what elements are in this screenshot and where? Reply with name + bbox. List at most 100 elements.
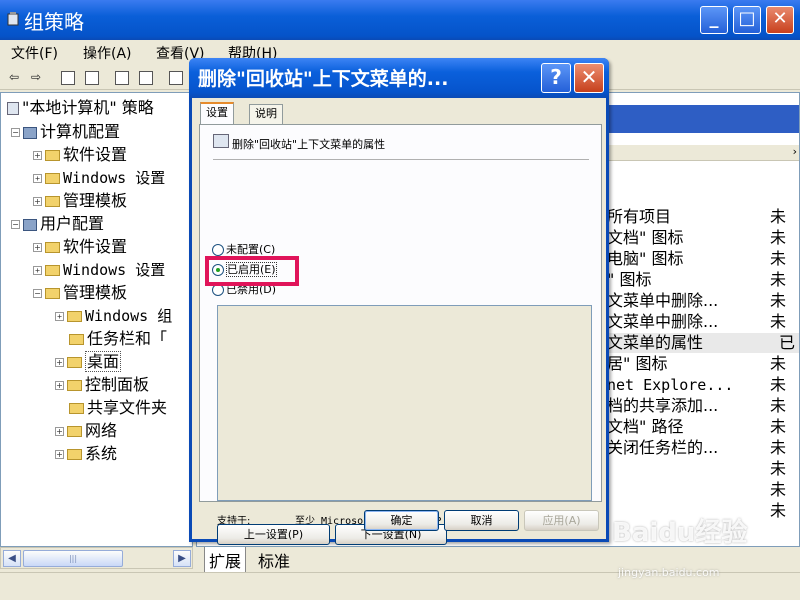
list-item[interactable]: 档的共享添加... 未 [607, 396, 799, 416]
folder-icon [67, 426, 82, 437]
list-item[interactable]: net Explore... 未 [607, 375, 799, 395]
ok-button[interactable]: 确定 [364, 510, 439, 531]
user-config-icon [23, 218, 37, 231]
tree-item-system[interactable]: + 系统 [55, 443, 117, 465]
tree-item-windows-components[interactable]: + Windows 组 [55, 305, 172, 327]
expand-icon[interactable]: + [55, 358, 64, 367]
folder-icon [67, 449, 82, 460]
expand-icon[interactable]: + [33, 197, 42, 206]
tree-item-user-config[interactable]: − 用户配置 [11, 213, 104, 235]
folder-icon [67, 311, 82, 322]
maximize-button[interactable]: □ [733, 6, 761, 34]
expand-icon[interactable]: + [55, 381, 64, 390]
help-button[interactable]: ? [541, 63, 571, 93]
column-header[interactable]: › [607, 145, 799, 161]
comment-area [217, 305, 592, 501]
folder-open-icon [67, 357, 82, 368]
expand-icon[interactable]: + [33, 151, 42, 160]
tree-root[interactable]: "本地计算机" 策略 [7, 97, 154, 119]
tree-item-software-settings[interactable]: + 软件设置 [33, 144, 127, 166]
collapse-icon[interactable]: − [11, 128, 20, 137]
expand-icon[interactable]: + [55, 427, 64, 436]
list-item[interactable]: 未 [607, 459, 799, 479]
dialog-close-button[interactable]: ✕ [574, 63, 604, 93]
dialog-title: 删除"回收站"上下文菜单的... [198, 68, 449, 90]
folder-icon [69, 403, 84, 414]
list-item-selected[interactable]: 文菜单的属性已 [607, 333, 799, 353]
tree-item-desktop[interactable]: + 桌面 [55, 351, 122, 373]
tab-extended[interactable]: 扩展 [204, 547, 247, 574]
folder-icon [45, 242, 60, 253]
folder-open-icon [45, 288, 60, 299]
menu-file[interactable]: 文件(F) [11, 43, 58, 63]
tree-item-user-software-settings[interactable]: + 软件设置 [33, 236, 127, 258]
back-arrow-icon[interactable]: ⇦ [4, 67, 24, 87]
dialog-title-bar: 删除"回收站"上下文菜单的... ? ✕ [189, 58, 609, 98]
tab-explain[interactable]: 说明 [249, 104, 283, 124]
tree-item-admin-templates[interactable]: + 管理模板 [33, 190, 127, 212]
tree-item-user-windows-settings[interactable]: + Windows 设置 [33, 259, 165, 281]
window-title: 组策略 [24, 10, 84, 34]
policy-name: 删除"回收站"上下文菜单的属性 [232, 138, 386, 151]
list-item[interactable]: 关闭任务栏的... 未 [607, 438, 799, 458]
settings-panel: 删除"回收站"上下文菜单的属性 未配置(C) 已启用(E) 已禁用(D) 支持于… [199, 124, 602, 545]
properties-icon[interactable] [112, 67, 132, 87]
show-tree-icon[interactable] [82, 67, 102, 87]
folder-icon [45, 265, 60, 276]
list-item[interactable]: 未 [607, 480, 799, 500]
close-button[interactable]: ✕ [766, 6, 794, 34]
list-item[interactable]: 电脑" 图标未 [607, 249, 799, 269]
list-item[interactable]: 文菜单中删除... 未 [607, 312, 799, 332]
highlight-annotation [205, 256, 299, 286]
expand-icon[interactable]: + [33, 174, 42, 183]
export-icon[interactable] [136, 67, 156, 87]
list-item[interactable]: 居" 图标未 [607, 354, 799, 374]
tab-settings[interactable]: 设置 [200, 102, 234, 124]
policy-properties-dialog: 删除"回收站"上下文菜单的... ? ✕ 设置 说明 删除"回收站"上下文菜单的… [189, 58, 609, 545]
tree-item-shared-folders[interactable]: 共享文件夹 [69, 397, 167, 419]
expand-icon[interactable]: + [33, 266, 42, 275]
policy-setting-icon [213, 134, 229, 148]
help-topics-icon[interactable] [166, 67, 186, 87]
previous-setting-button[interactable]: 上一设置(P) [217, 524, 330, 545]
tree-horizontal-scrollbar[interactable]: ◀ ||| ▶ [0, 547, 193, 569]
list-item[interactable]: 文档" 路径未 [607, 417, 799, 437]
scroll-right-icon[interactable]: ▶ [173, 550, 191, 567]
tree-item-user-admin-templates[interactable]: − 管理模板 [33, 282, 127, 304]
expand-icon[interactable]: + [55, 312, 64, 321]
folder-icon [69, 334, 84, 345]
computer-icon [23, 126, 37, 139]
scroll-thumb[interactable]: ||| [23, 550, 123, 567]
desktop-header-band [607, 105, 799, 133]
tree-item-windows-settings[interactable]: + Windows 设置 [33, 167, 165, 189]
baidu-watermark-logo: Baidu经验 [612, 518, 748, 548]
up-folder-icon[interactable] [58, 67, 78, 87]
folder-icon [45, 150, 60, 161]
list-item[interactable]: 文菜单中删除... 未 [607, 291, 799, 311]
folder-icon [67, 380, 82, 391]
radio-button-icon [212, 244, 224, 256]
policy-doc-icon [7, 102, 19, 115]
list-item[interactable]: 所有项目未 [607, 207, 799, 227]
main-title-bar: 组策略 _ □ ✕ [0, 0, 800, 40]
collapse-icon[interactable]: − [11, 220, 20, 229]
group-policy-app-icon [6, 11, 22, 27]
tab-standard[interactable]: 标准 [254, 547, 294, 573]
collapse-icon[interactable]: − [33, 289, 42, 298]
tree-item-network[interactable]: + 网络 [55, 420, 117, 442]
expand-icon[interactable]: + [55, 450, 64, 459]
tree-pane: "本地计算机" 策略 − 计算机配置 + 软件设置 + Windows 设置 + 管理模… [0, 92, 193, 547]
apply-button[interactable]: 应用(A) [524, 510, 599, 531]
menu-action[interactable]: 操作(A) [83, 43, 132, 63]
tree-item-taskbar[interactable]: 任务栏和「 [69, 328, 167, 350]
tree-item-control-panel[interactable]: + 控制面板 [55, 374, 149, 396]
scroll-left-icon[interactable]: ◀ [3, 550, 21, 567]
baidu-watermark-url: jingyan.baidu.com [618, 566, 720, 579]
cancel-button[interactable]: 取消 [444, 510, 519, 531]
list-item[interactable]: " 图标未 [607, 270, 799, 290]
expand-icon[interactable]: + [33, 243, 42, 252]
tree-item-computer-config[interactable]: − 计算机配置 [11, 121, 120, 143]
list-item[interactable]: 文档" 图标未 [607, 228, 799, 248]
minimize-button[interactable]: _ [700, 6, 728, 34]
forward-arrow-icon[interactable]: ⇨ [26, 67, 46, 87]
